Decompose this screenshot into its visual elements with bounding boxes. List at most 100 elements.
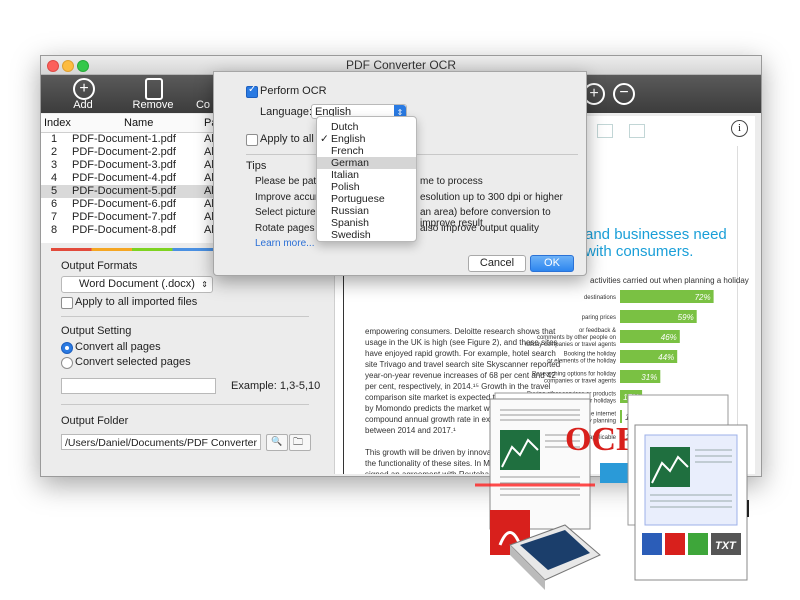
color-strip	[51, 248, 213, 251]
folder-path-input[interactable]: /Users/Daniel/Documents/PDF Converter OC…	[61, 434, 261, 450]
doc-heading-line2: with consumers.	[585, 243, 694, 260]
table-row[interactable]: 3 PDF-Document-3.pdf All	[41, 159, 216, 172]
language-option-swedish[interactable]: Swedish	[317, 229, 416, 241]
convert-all-radio[interactable]	[61, 342, 73, 354]
language-option-french[interactable]: French	[317, 145, 416, 157]
ok-button[interactable]: OK	[530, 255, 574, 272]
chart-value-label: 59%	[678, 313, 694, 322]
language-label: Language:	[260, 106, 312, 118]
output-setting-label: Output Setting	[61, 325, 132, 337]
doc-text-line: year-on-year revenue increases of 68 per…	[365, 371, 556, 380]
checkmark-icon: ✓	[320, 133, 329, 145]
ok-label: OK	[544, 257, 560, 269]
format-select[interactable]: Word Document (.docx) ⇕	[61, 276, 213, 293]
perform-ocr-checkbox[interactable]: ✓	[246, 84, 258, 98]
apply-all-label: Apply to all imported files	[75, 296, 198, 308]
convert-selected-radio[interactable]	[61, 357, 73, 369]
folder-icon: 🗀	[293, 437, 303, 448]
language-option-russian[interactable]: Russian	[317, 205, 416, 217]
chevron-updown-icon: ⇕	[201, 280, 208, 289]
perform-ocr-label: Perform OCR	[260, 85, 327, 97]
header-name: Name	[124, 117, 154, 129]
info-icon[interactable]: i	[731, 120, 748, 137]
convert-button[interactable]: Co	[191, 75, 215, 113]
language-dropdown: Dutch English ✓ French German Italian Polish Po…	[316, 116, 417, 242]
chart-category-label: Booking the holiday	[564, 352, 616, 358]
doc-text-line: empowering consumers. Deloitte research …	[365, 327, 556, 336]
language-option-italian[interactable]: Italian	[317, 169, 416, 181]
chart-category-label: paring prices	[582, 315, 616, 321]
doc-text-line: have enjoyed rapid growth. For example, …	[365, 349, 556, 358]
chart-value-label: 44%	[658, 353, 674, 362]
language-option-german[interactable]: German	[317, 157, 416, 169]
table-row[interactable]: 7 PDF-Document-7.pdf All	[41, 211, 216, 224]
apply-all-checkbox[interactable]	[61, 297, 73, 309]
table-row[interactable]: 4 PDF-Document-4.pdf All	[41, 172, 216, 185]
remove-label: Remove	[132, 99, 174, 111]
language-option-english[interactable]: English ✓	[317, 133, 416, 145]
scanned-document-icon	[475, 392, 595, 555]
folder-path: /Users/Daniel/Documents/PDF Converter OC…	[65, 437, 260, 449]
grid-icon	[597, 124, 613, 138]
language-option-portuguese[interactable]: Portuguese	[317, 193, 416, 205]
file-table-header: Index Name Pa	[41, 114, 217, 133]
tips-title: Tips	[246, 160, 267, 172]
learn-more-link[interactable]: Learn more...	[255, 238, 314, 249]
chart-value-label: 31%	[641, 373, 657, 382]
chart-value-label: 46%	[661, 333, 677, 342]
tip-line-tail: esolution up to 300 dpi or higher	[420, 192, 563, 203]
checkmark-icon: ✓	[248, 84, 257, 95]
remove-button[interactable]: Remove	[123, 75, 183, 113]
output-folder-label: Output Folder	[61, 415, 129, 427]
table-row-selected[interactable]: 5 PDF-Document-5.pdf All	[41, 185, 216, 198]
tip-line-tail: me to process	[420, 176, 483, 187]
apply-to-all-checkbox[interactable]	[246, 134, 258, 146]
table-row[interactable]: 1 PDF-Document-1.pdf All	[41, 133, 216, 146]
doc-text-line: usage in the UK is high (see Figure 2), …	[365, 338, 558, 347]
table-row[interactable]: 6 PDF-Document-6.pdf All	[41, 198, 216, 211]
chart-value-label: 72%	[695, 293, 711, 302]
ocr-illustration: OCR TXT	[475, 392, 749, 590]
excel-icon	[688, 533, 708, 555]
doc-text-line: between 2014 and 2017.¹	[365, 426, 456, 435]
chart-caption: activities carried out when planning a h…	[590, 276, 749, 285]
page-range-input[interactable]	[61, 378, 216, 394]
page-range-example: Example: 1,3-5,10	[231, 380, 321, 392]
convert-all-label: Convert all pages	[75, 341, 161, 353]
doc-heading-line1: and businesses need	[585, 226, 727, 243]
language-option-dutch[interactable]: Dutch	[317, 121, 416, 133]
convert-label: Co	[195, 99, 211, 111]
language-option-spanish[interactable]: Spanish	[317, 217, 416, 229]
cancel-label: Cancel	[479, 257, 515, 269]
zoom-out-button[interactable]: −	[607, 75, 637, 113]
header-index: Index	[44, 117, 71, 129]
cancel-button[interactable]: Cancel	[468, 255, 526, 272]
table-row[interactable]: 2 PDF-Document-2.pdf All	[41, 146, 216, 159]
word-icon	[642, 533, 662, 555]
trash-icon	[145, 78, 163, 100]
doc-text-line: site Trivago and travel search site Skys…	[365, 360, 561, 369]
grid-icon	[629, 124, 645, 138]
plus-icon: +	[73, 78, 95, 100]
zoom-out-icon: −	[613, 83, 635, 105]
search-folder-icon: 🔍	[271, 436, 283, 446]
divider	[61, 404, 309, 405]
output-formats-label: Output Formats	[61, 260, 138, 272]
convert-selected-label: Convert selected pages	[75, 356, 191, 368]
add-button[interactable]: + Add	[53, 75, 113, 113]
language-option-polish[interactable]: Polish	[317, 181, 416, 193]
tip-line-tail: also improve output quality	[420, 223, 539, 234]
browse-folder-button[interactable]: 🔍	[266, 434, 288, 451]
divider	[61, 316, 309, 317]
add-label: Add	[73, 99, 93, 111]
chart-category-label: or feedback &	[579, 328, 616, 334]
settings-panel: Output Formats Word Document (.docx) ⇕ A…	[51, 254, 323, 469]
format-value: Word Document (.docx)	[79, 278, 195, 290]
window-title: PDF Converter OCR	[345, 58, 457, 72]
editable-document-icon: TXT	[627, 394, 749, 581]
open-folder-button[interactable]: 🗀	[289, 434, 311, 451]
txt-badge: TXT	[715, 540, 737, 552]
table-row[interactable]: 8 PDF-Document-8.pdf All	[41, 224, 216, 237]
chart-category-label: destinations	[584, 295, 616, 301]
powerpoint-icon	[665, 533, 685, 555]
